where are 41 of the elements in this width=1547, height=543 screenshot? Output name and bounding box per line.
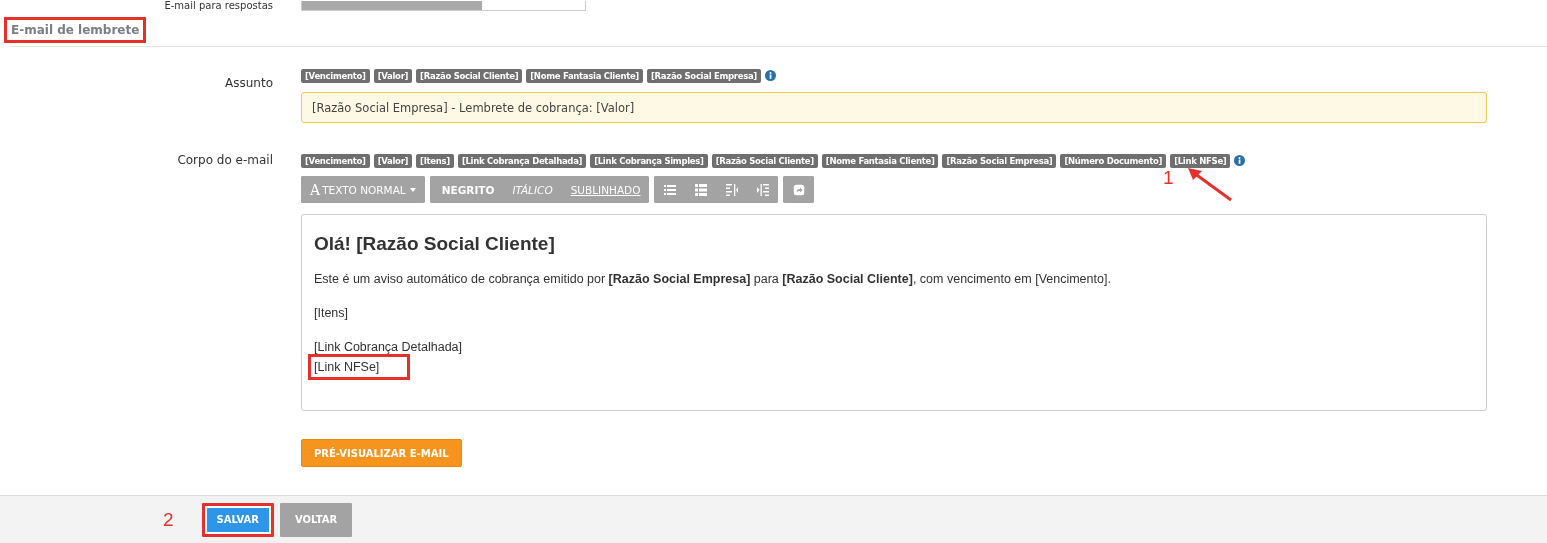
bullet-list-icon bbox=[663, 183, 676, 196]
field-label: E-mail para respostas bbox=[163, 0, 273, 11]
field-label: Assunto bbox=[224, 75, 273, 92]
variable-tag[interactable]: [Razão Social Empresa] bbox=[942, 153, 1057, 168]
info-icon bbox=[764, 70, 776, 81]
variable-tag[interactable]: [Link Cobrança Simples] bbox=[590, 153, 708, 168]
info-icon bbox=[1234, 155, 1246, 166]
email-text: [Link Cobrança Detalhada] bbox=[313, 339, 463, 356]
arrow-icon bbox=[1185, 167, 1234, 203]
variable-tag[interactable]: [Número Documento] bbox=[1060, 153, 1167, 168]
email-text: Este é um aviso automático de cobrança emitido por [Razão Social Empresa] para [Razão Social Cliente], com vencimento em [Vencimento]. bbox=[313, 271, 1112, 288]
variable-tag[interactable]: [Razão Social Cliente] bbox=[416, 68, 523, 83]
callout-number: 2 bbox=[163, 508, 174, 531]
variable-tag[interactable]: [Valor] bbox=[373, 68, 413, 83]
back-button[interactable]: VOLTAR bbox=[280, 502, 353, 537]
callout-number: 1 bbox=[1163, 167, 1174, 189]
indent-icon bbox=[756, 183, 769, 196]
outdent-icon bbox=[725, 183, 738, 196]
email-text: [Link NFSe] bbox=[308, 354, 411, 380]
variable-tag[interactable]: [Razão Social Cliente] bbox=[711, 153, 818, 168]
variable-tag[interactable]: [Link Cobrança Detalhada] bbox=[457, 153, 587, 168]
variable-tag[interactable]: [Link NFSe] bbox=[1170, 153, 1231, 168]
variable-tag[interactable]: [Vencimento] bbox=[301, 153, 370, 168]
variable-tag[interactable]: [Valor] bbox=[373, 153, 413, 168]
email-editor[interactable] bbox=[301, 214, 1487, 411]
variable-tag[interactable]: [Nome Fantasia Cliente] bbox=[526, 68, 643, 83]
numbered-list-icon bbox=[694, 183, 707, 196]
text-style-dropdown[interactable]: ATEXTO NORMAL bbox=[301, 176, 425, 203]
variable-tag[interactable]: [Itens] bbox=[416, 153, 454, 168]
field-label: Corpo do e-mail bbox=[176, 153, 273, 169]
variable-tag[interactable]: [Nome Fantasia Cliente] bbox=[821, 153, 939, 168]
share-icon bbox=[792, 183, 805, 196]
share-button[interactable] bbox=[783, 176, 815, 203]
input-field[interactable] bbox=[301, 1, 586, 11]
variable-tag[interactable]: [Vencimento] bbox=[301, 68, 370, 83]
save-button[interactable]: SALVAR bbox=[201, 502, 274, 537]
email-text: [Itens] bbox=[313, 305, 350, 322]
email-heading: Olá! [Razão Social Cliente] bbox=[313, 232, 556, 256]
subject-field[interactable]: [Razão Social Empresa] - Lembrete de cobrança: [Valor] bbox=[301, 92, 1487, 123]
variable-tag[interactable]: [Razão Social Empresa] bbox=[646, 68, 761, 83]
section-title: E-mail de lembrete bbox=[4, 17, 147, 43]
